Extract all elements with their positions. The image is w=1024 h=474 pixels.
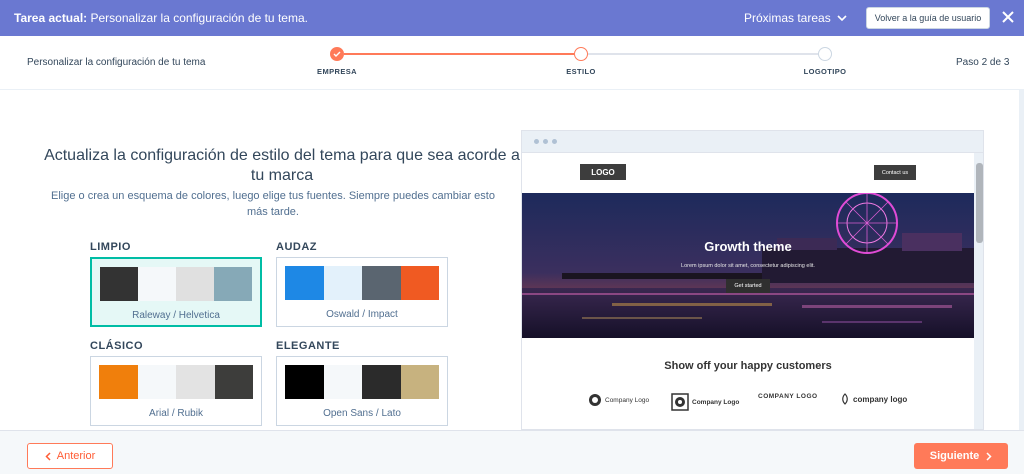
task-text: Personalizar la configuración de tu tema… [90,11,308,25]
font-pair-label: Open Sans / Lato [323,408,401,419]
font-pair-label: Arial / Rubik [149,408,203,419]
color-swatches [285,365,439,399]
theme-title-audaz: AUDAZ [276,241,317,253]
swatch [400,365,439,399]
swatch [400,266,439,300]
step-dot-logotipo [818,47,832,61]
hero-cta-button: Get started [726,279,770,293]
swatch [99,365,138,399]
lion-logo-icon [589,394,601,406]
progress-stepper: Personalizar la configuración de tu tema… [0,36,1024,90]
step-label-logotipo: LOGOTIPO [803,67,847,76]
window-dot [543,139,548,144]
swatch [214,267,252,301]
theme-card-limpio[interactable]: Raleway / Helvetica [90,257,262,327]
preview-contact-button: Contact us [874,165,916,180]
swatch [138,267,176,301]
footer-bar: Anterior Siguiente [0,430,1024,474]
font-pair-label: Raleway / Helvetica [132,310,220,321]
swatch [285,365,324,399]
back-to-guide-button[interactable]: Volver a la guía de usuario [866,7,990,29]
company-logo-1: Company Logo [588,393,649,407]
leaf-logo-icon [842,393,848,405]
next-label: Siguiente [929,450,980,462]
chevron-left-icon [45,451,51,461]
swatch [100,267,138,301]
swatch [323,365,362,399]
stepper-title: Personalizar la configuración de tu tema [27,57,206,68]
chevron-down-icon [837,14,847,21]
preview-site: LOGO Contact us Growth theme Lorem ipsum… [522,153,974,429]
company-logos-row: Company Logo Company Logo COMPANY LOGO c… [522,389,974,413]
swatch [323,266,362,300]
track-pending [588,53,818,55]
step-counter: Paso 2 de 3 [956,57,1010,68]
next-tasks-label: Próximas tareas [744,11,831,25]
company-logo-3-text: COMPANY LOGO [758,393,818,400]
preview-section-title: Show off your happy customers [664,360,832,372]
hero-subtitle: Lorem ipsum dolor sit amet, consectetur … [681,263,815,269]
theme-title-limpio: LIMPIO [90,241,131,253]
swatch [176,365,215,399]
preview-logo: LOGO [580,164,626,180]
preview-scrollbar[interactable] [974,153,983,429]
current-task: Tarea actual: Personalizar la configurac… [14,11,308,25]
company-logo-1-text: Company Logo [605,396,650,404]
theme-card-elegante[interactable]: Open Sans / Lato [276,356,448,426]
color-swatches [99,365,253,399]
close-icon[interactable] [1000,9,1016,25]
font-pair-label: Oswald / Impact [326,309,398,320]
next-tasks-dropdown[interactable]: Próximas tareas [744,11,847,25]
swatch [285,266,324,300]
next-button[interactable]: Siguiente [914,443,1008,469]
previous-button[interactable]: Anterior [27,443,113,469]
theme-title-elegante: ELEGANTE [276,340,340,352]
chevron-right-icon [986,451,992,461]
hero-title: Growth theme [704,239,792,254]
swatch [176,267,214,301]
task-prefix: Tarea actual: [14,11,88,25]
company-logo-2: Company Logo [671,393,739,411]
company-logo-3: COMPANY LOGO [758,393,818,400]
swatch [137,365,176,399]
swatch [214,365,253,399]
company-logo-2-text: Company Logo [692,398,740,406]
company-logo-4: company logo [840,393,907,405]
badge-logo-icon [671,393,689,411]
preview-hero: Growth theme Lorem ipsum dolor sit amet,… [522,193,974,338]
check-icon [333,51,341,57]
theme-title-clasico: CLÁSICO [90,340,143,352]
swatch [362,365,401,399]
window-dot [552,139,557,144]
color-swatches [100,267,252,301]
swatch [362,266,401,300]
step-dot-estilo [574,47,588,61]
theme-preview-window: LOGO Contact us Growth theme Lorem ipsum… [521,130,984,430]
step-label-estilo: ESTILO [566,67,596,76]
task-bar: Tarea actual: Personalizar la configurac… [0,0,1024,36]
window-dot [534,139,539,144]
scroll-thumb[interactable] [976,163,983,243]
previous-label: Anterior [56,450,96,462]
company-logo-4-text: company logo [853,394,908,404]
theme-card-clasico[interactable]: Arial / Rubik [90,356,262,426]
browser-bar [522,131,983,153]
page-scrollbar[interactable] [1019,90,1024,430]
page-heading: Actualiza la configuración de estilo del… [44,147,520,184]
color-swatches [285,266,439,300]
theme-card-audaz[interactable]: Oswald / Impact [276,257,448,327]
track-done [344,53,574,55]
page-subheading: Elige o crea un esquema de colores, lueg… [51,190,495,218]
step-dot-empresa [330,47,344,61]
step-label-empresa: EMPRESA [317,67,357,76]
